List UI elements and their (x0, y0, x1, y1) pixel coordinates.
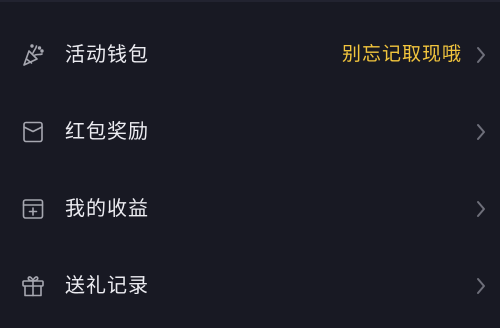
chevron-right-icon (474, 44, 488, 66)
chevron-right-icon (474, 121, 488, 143)
menu-item-label: 我的收益 (65, 196, 149, 220)
withdraw-reminder-text: 别忘记取现哦 (341, 43, 462, 65)
chevron-right-icon (474, 275, 488, 297)
menu-item-label: 活动钱包 (65, 42, 149, 66)
red-envelope-icon (20, 119, 46, 145)
menu-item-my-earnings[interactable]: 我的收益 (0, 170, 500, 247)
gift-icon (20, 273, 46, 299)
income-box-icon (20, 196, 46, 222)
menu-item-red-packet-rewards[interactable]: 红包奖励 (0, 93, 500, 170)
chevron-right-icon (474, 198, 488, 220)
menu-item-label: 送礼记录 (65, 273, 149, 297)
menu-item-activity-wallet[interactable]: 活动钱包 别忘记取现哦 (0, 16, 500, 93)
menu-item-gift-history[interactable]: 送礼记录 (0, 247, 500, 324)
party-popper-icon (20, 42, 46, 68)
menu-list: 活动钱包 别忘记取现哦 红包奖励 我的收益 送礼记录 (0, 16, 500, 324)
top-divider (0, 0, 500, 2)
menu-item-label: 红包奖励 (65, 119, 149, 143)
